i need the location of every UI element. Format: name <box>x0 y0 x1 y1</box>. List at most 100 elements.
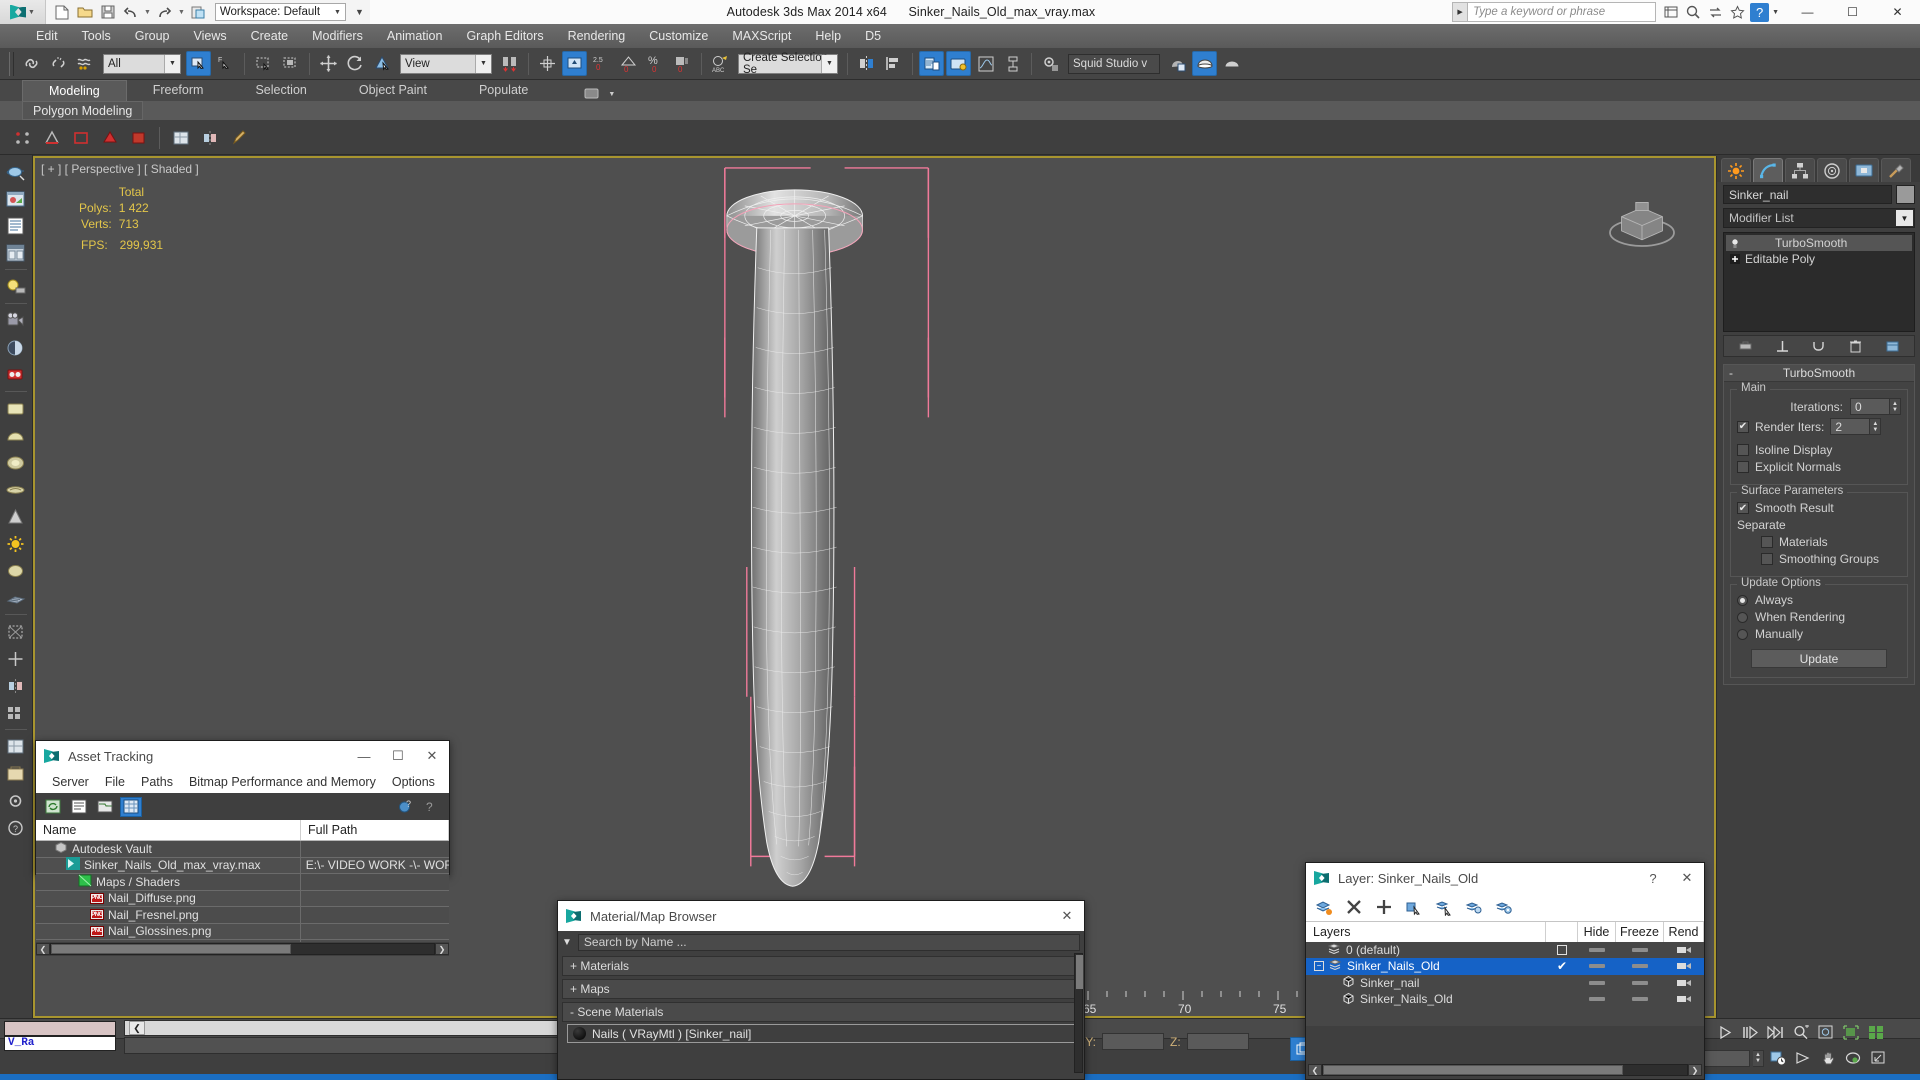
ribbon-tab-selection[interactable]: Selection <box>229 80 332 101</box>
menu-customize[interactable]: Customize <box>637 24 720 48</box>
undo-dropdown-icon[interactable]: ▼ <box>144 9 151 16</box>
layer-hide-toggle[interactable] <box>1578 948 1616 953</box>
scroll-right-icon[interactable]: ❯ <box>435 943 449 955</box>
angle-snap-toggle-icon[interactable] <box>562 51 587 76</box>
scroll-left-icon[interactable]: ❮ <box>129 1021 145 1035</box>
next-frame-icon[interactable] <box>1740 1022 1762 1042</box>
pin-stack-icon[interactable] <box>1736 337 1754 355</box>
update-option-manually[interactable]: Manually <box>1737 627 1901 641</box>
layer-properties-icon[interactable] <box>1494 897 1514 917</box>
spinner-snap-toggle-icon[interactable]: 0 <box>670 51 695 76</box>
layer-render-toggle[interactable] <box>1664 977 1704 989</box>
light-icon[interactable] <box>3 274 29 299</box>
layer-freeze-toggle[interactable] <box>1616 980 1664 985</box>
layer-row[interactable]: Sinker_nail <box>1306 975 1704 991</box>
snap-toggle-icon[interactable] <box>535 51 560 76</box>
ies-light-icon[interactable] <box>3 362 29 387</box>
redo-dropdown-icon[interactable]: ▼ <box>178 9 185 16</box>
column-hide[interactable]: Hide <box>1578 922 1616 942</box>
menu-create[interactable]: Create <box>239 24 301 48</box>
render-iters-spinner[interactable]: ▲ ▼ <box>1870 418 1882 435</box>
tab-create[interactable] <box>1721 158 1751 182</box>
render-frame-window-icon[interactable] <box>1165 51 1190 76</box>
generate-topology-icon[interactable] <box>168 125 193 150</box>
render-setup-icon[interactable] <box>1038 51 1063 76</box>
asset-row[interactable]: Autodesk Vault <box>36 841 449 858</box>
tab-hierarchy[interactable] <box>1785 158 1815 182</box>
sun-icon[interactable] <box>3 531 29 556</box>
column-name[interactable]: Name <box>36 820 301 840</box>
ribbon-tab-populate[interactable]: Populate <box>453 80 554 101</box>
layer-row[interactable]: Sinker_Nails_Old <box>1306 991 1704 1007</box>
asset-tracking-titlebar[interactable]: Asset Tracking — ☐ ✕ <box>36 741 449 771</box>
delete-layer-icon[interactable] <box>1344 897 1364 917</box>
refresh-icon[interactable] <box>42 797 64 817</box>
filter-dropdown-icon[interactable]: ▼ <box>562 937 572 948</box>
update-option-when-rendering[interactable]: When Rendering <box>1737 610 1901 624</box>
edit-named-selection-sets-icon[interactable]: ABC <box>708 51 733 76</box>
sphere-primitive-icon[interactable] <box>3 423 29 448</box>
menu-maxscript[interactable]: MAXScript <box>720 24 803 48</box>
menu-modifiers[interactable]: Modifiers <box>300 24 375 48</box>
listener-output[interactable] <box>4 1021 116 1036</box>
orbit-view-icon[interactable] <box>1842 1048 1864 1068</box>
percent-snap-toggle-icon[interactable]: % 0 <box>643 51 668 76</box>
ellipsoid-primitive-icon[interactable] <box>3 450 29 475</box>
layer-row[interactable]: 0 (default) <box>1306 942 1704 958</box>
material-search-input[interactable]: Search by Name ... <box>577 933 1080 951</box>
symmetry-tools-icon[interactable] <box>197 125 222 150</box>
tab-motion[interactable] <box>1817 158 1847 182</box>
asset-row[interactable]: Sinker_Nails_Old_max_vray.max E:\- VIDEO … <box>36 857 449 874</box>
close-button[interactable]: ✕ <box>1050 901 1084 931</box>
dome-primitive-icon[interactable] <box>3 558 29 583</box>
menu-animation[interactable]: Animation <box>375 24 455 48</box>
minimize-button[interactable]: — <box>1785 0 1830 24</box>
material-group--maps[interactable]: + Maps <box>562 979 1080 999</box>
asset-row[interactable]: PNGNail_Normal.png <box>36 940 449 942</box>
array-tool-icon[interactable] <box>3 700 29 725</box>
close-button[interactable]: ✕ <box>1875 0 1920 24</box>
radio-button[interactable] <box>1737 594 1748 606</box>
iterations-input[interactable]: 0 <box>1850 398 1890 415</box>
layer-hide-toggle[interactable] <box>1578 997 1616 1002</box>
maximize-button[interactable]: ☐ <box>1830 0 1875 24</box>
zoom-extents-selected-icon[interactable] <box>1840 1022 1862 1042</box>
render-iterative-icon[interactable] <box>1219 51 1244 76</box>
asset-menu-paths[interactable]: Paths <box>133 771 181 793</box>
align-icon[interactable] <box>881 51 906 76</box>
search-icon[interactable] <box>1662 3 1681 22</box>
listener-input[interactable]: V_Ra <box>4 1036 116 1051</box>
radio-button[interactable] <box>1737 628 1748 640</box>
asset-menu-bitmap-performance-and-memory[interactable]: Bitmap Performance and Memory <box>181 771 384 793</box>
vertex-subobject-icon[interactable] <box>10 125 35 150</box>
layer-window[interactable]: Layer: Sinker_Nails_Old ? ✕ Layers Hide … <box>1305 862 1705 1080</box>
asset-row[interactable]: Maps / Shaders <box>36 874 449 891</box>
named-selection-set-combo[interactable]: Create Selection Se ▼ <box>738 52 838 76</box>
field-of-view-icon[interactable] <box>1792 1048 1814 1068</box>
radio-button[interactable] <box>1737 611 1748 623</box>
menu-edit[interactable]: Edit <box>24 24 70 48</box>
menu-d5[interactable]: D5 <box>853 24 893 48</box>
object-color-swatch[interactable] <box>1896 185 1915 204</box>
current-frame-spinner[interactable]: ▲ ▼ <box>1753 1049 1764 1067</box>
scene-material-item[interactable]: Nails ( VRayMtl ) [Sinker_nail] <box>567 1024 1079 1043</box>
schematic-view-icon[interactable] <box>1000 51 1025 76</box>
bake-icon[interactable] <box>3 761 29 786</box>
z-input[interactable] <box>1186 1033 1249 1050</box>
help-button[interactable]: ? <box>1636 863 1670 893</box>
favorites-icon[interactable] <box>1728 3 1747 22</box>
layer-hide-toggle[interactable] <box>1578 980 1616 985</box>
material-map-browser-window[interactable]: Material/Map Browser ✕ ▼ Search by Name … <box>557 900 1085 1080</box>
column-render[interactable]: Rend <box>1664 922 1704 942</box>
configure-modifier-sets-icon[interactable] <box>1884 337 1902 355</box>
select-and-link-icon[interactable] <box>19 51 44 76</box>
cone-primitive-icon[interactable] <box>3 504 29 529</box>
material-browser-vscrollbar[interactable] <box>1074 953 1083 1073</box>
separate-materials-checkbox[interactable] <box>1761 536 1773 548</box>
smooth-result-checkbox[interactable]: ✔ <box>1737 502 1749 514</box>
asset-row[interactable]: PNG Nail_Diffuse.png <box>36 890 449 907</box>
explicit-normals-checkbox[interactable] <box>1737 461 1749 473</box>
viewport-config-icon[interactable] <box>3 788 29 813</box>
toolbar-grip[interactable] <box>9 51 14 76</box>
layer-render-toggle[interactable] <box>1664 944 1704 956</box>
